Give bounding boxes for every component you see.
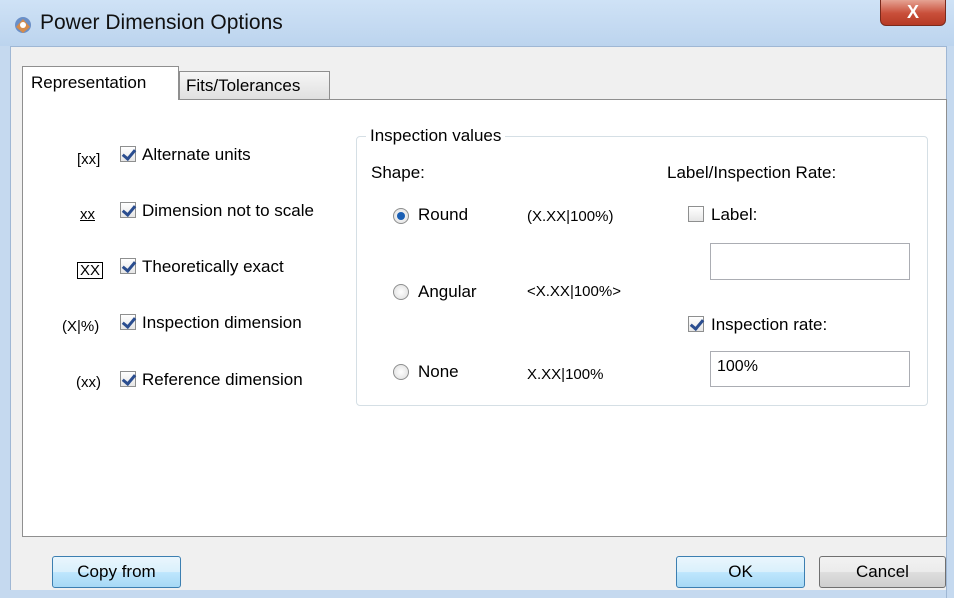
window-frame-left xyxy=(0,46,11,598)
label-checkbox[interactable] xyxy=(688,206,704,222)
ok-button[interactable]: OK xyxy=(676,556,805,588)
reference-dimension-checkbox[interactable] xyxy=(120,371,136,387)
inspection-dimension-label: Inspection dimension xyxy=(142,313,302,332)
tab-representation[interactable]: Representation xyxy=(22,66,179,100)
shape-label: Shape: xyxy=(371,163,425,182)
inspection-values-legend: Inspection values xyxy=(366,126,506,146)
label-inspection-rate-header: Label/Inspection Rate: xyxy=(667,163,837,182)
window-frame-right xyxy=(946,46,954,598)
angular-label: Angular xyxy=(418,282,477,301)
alternate-units-label: Alternate units xyxy=(142,145,251,164)
copy-from-button[interactable]: Copy from xyxy=(52,556,181,588)
label-input[interactable] xyxy=(710,243,910,280)
theoretically-exact-checkbox[interactable] xyxy=(120,258,136,274)
inspection-dimension-symbol: (X|%) xyxy=(62,318,100,335)
reference-dimension-label: Reference dimension xyxy=(142,370,303,389)
none-radio[interactable] xyxy=(393,364,409,380)
label-checkbox-label: Label: xyxy=(711,205,758,224)
theoretically-exact-label: Theoretically exact xyxy=(142,257,284,276)
title-bar: Power Dimension Options X xyxy=(0,0,954,47)
window-title: Power Dimension Options xyxy=(40,11,283,34)
angular-radio[interactable] xyxy=(393,284,409,300)
alternate-units-checkbox[interactable] xyxy=(120,146,136,162)
inspection-rate-label: Inspection rate: xyxy=(711,315,828,334)
inspection-rate-checkbox[interactable] xyxy=(688,316,704,332)
theoretically-exact-symbol: XX xyxy=(77,262,104,279)
none-preview: X.XX|100% xyxy=(527,366,604,383)
none-label: None xyxy=(418,362,459,381)
reference-dimension-symbol: (xx) xyxy=(76,374,101,391)
app-icon xyxy=(15,17,31,33)
round-radio[interactable] xyxy=(393,208,409,224)
not-to-scale-checkbox[interactable] xyxy=(120,202,136,218)
cancel-button[interactable]: Cancel xyxy=(819,556,946,588)
not-to-scale-label: Dimension not to scale xyxy=(142,201,314,220)
round-label: Round xyxy=(418,205,469,224)
angular-preview: <X.XX|100%> xyxy=(527,283,621,300)
inspection-dimension-checkbox[interactable] xyxy=(120,314,136,330)
inspection-rate-input[interactable]: 100% xyxy=(710,351,910,387)
close-button[interactable]: X xyxy=(880,0,946,26)
tab-fits-tolerances[interactable]: Fits/Tolerances xyxy=(179,71,330,99)
round-preview: (X.XX|100%) xyxy=(527,208,614,225)
alternate-units-symbol: [xx] xyxy=(77,151,101,168)
window-frame-bottom xyxy=(10,590,946,598)
not-to-scale-symbol: xx xyxy=(80,206,95,223)
